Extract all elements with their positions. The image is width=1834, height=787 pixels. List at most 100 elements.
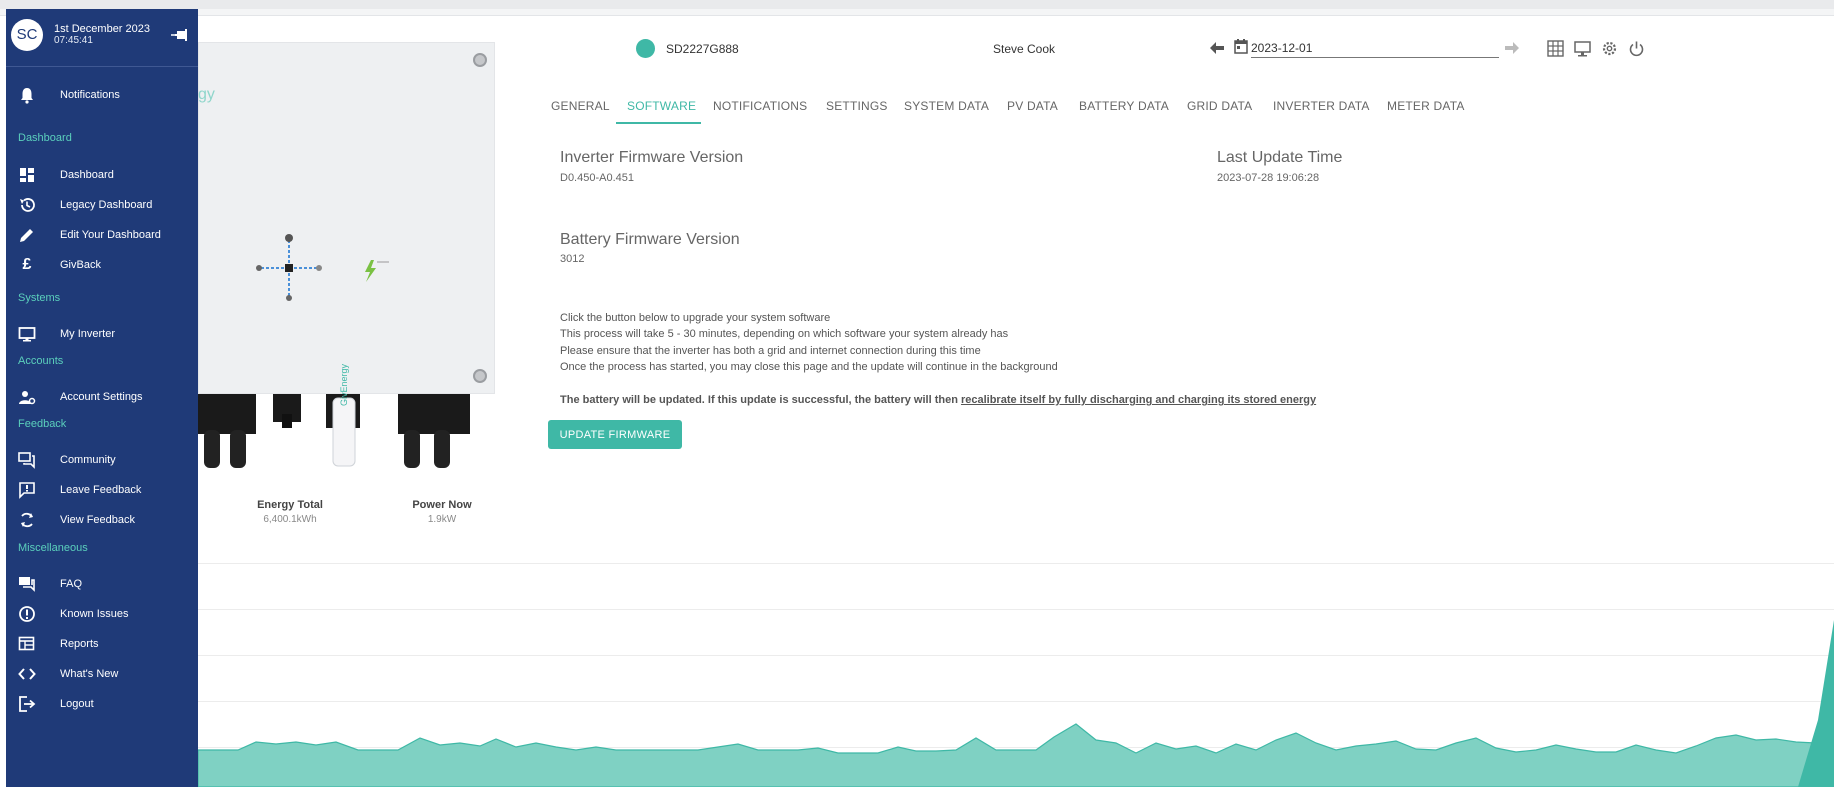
feedback-icon — [19, 482, 35, 499]
sidebar-item-label: Account Settings — [60, 391, 143, 403]
divider — [198, 563, 1834, 564]
inverter-firmware-value: D0.450-A0.451 — [560, 172, 634, 184]
instruction-line: This process will take 5 - 30 minutes, d… — [560, 328, 1009, 340]
pound-icon: £ — [22, 256, 32, 273]
power-now-value: 1.9kW — [427, 514, 457, 525]
alert-circle-icon — [19, 606, 35, 622]
tab-general[interactable]: GENERAL — [551, 99, 610, 113]
monitor-icon — [18, 327, 36, 342]
section-label-accounts: Accounts — [18, 355, 64, 367]
sidebar-item-dashboard[interactable]: Dashboard — [6, 161, 198, 189]
battery-warning: The battery will be updated. If this upd… — [560, 394, 1316, 406]
sidebar-item-community[interactable]: Community — [6, 446, 198, 474]
top-bar — [0, 9, 1834, 16]
monitor-icon[interactable] — [1574, 40, 1591, 57]
code-icon — [18, 668, 36, 680]
calendar-icon[interactable] — [1234, 39, 1248, 54]
active-tab-indicator — [616, 122, 701, 124]
sidebar-item-edit-dashboard[interactable]: Edit Your Dashboard — [6, 221, 198, 249]
power-now-label: Power Now — [412, 499, 472, 511]
tab-meter-data[interactable]: METER DATA — [1387, 99, 1465, 113]
user-name: Steve Cook — [993, 42, 1056, 56]
sidebar-item-label: Dashboard — [60, 169, 114, 181]
grid-view-icon[interactable] — [1547, 40, 1564, 57]
instruction-line: Once the process has started, you may cl… — [560, 361, 1058, 373]
sidebar-item-notifications[interactable]: Notifications — [6, 81, 198, 109]
user-settings-icon — [19, 391, 36, 405]
tab-pv-data[interactable]: PV DATA — [1007, 99, 1058, 113]
sidebar: SC 1st December 2023 07:45:41 Notificati… — [6, 9, 198, 787]
sidebar-time: 07:45:41 — [54, 35, 93, 46]
settings-gear-icon[interactable] — [1601, 40, 1618, 57]
sidebar-header: SC 1st December 2023 07:45:41 — [6, 9, 198, 67]
sidebar-item-label: Logout — [60, 698, 94, 710]
question-answer-icon — [19, 577, 35, 592]
pin-icon[interactable] — [171, 26, 189, 44]
tab-notifications[interactable]: NOTIFICATIONS — [713, 99, 807, 113]
logout-icon — [19, 696, 36, 712]
app-root: gy GivEnergy Energy Total 6,400.1kWh Pow… — [0, 0, 1834, 787]
last-update-label: Last Update Time — [1217, 149, 1343, 166]
energy-total-label: Energy Total — [257, 499, 323, 511]
sidebar-item-whats-new[interactable]: What's New — [6, 660, 198, 688]
date-field[interactable] — [1251, 39, 1499, 58]
pencil-icon — [20, 229, 33, 242]
instruction-line: Please ensure that the inverter has both… — [560, 345, 981, 357]
history-icon — [20, 198, 35, 212]
next-day-arrow-icon[interactable] — [1505, 42, 1519, 54]
last-update-value: 2023-07-28 19:06:28 — [1217, 172, 1320, 184]
sidebar-item-faq[interactable]: FAQ — [6, 570, 198, 598]
dongle-brand-text: GivEnergy — [339, 363, 349, 406]
tab-software[interactable]: SOFTWARE — [627, 99, 696, 113]
avatar[interactable]: SC — [11, 19, 43, 51]
inverter-bottom: GivEnergy — [198, 364, 495, 474]
update-firmware-button[interactable]: UPDATE FIRMWARE — [548, 420, 682, 449]
brand-logo-fragment: gy — [198, 86, 215, 103]
recalibrate-link[interactable]: recalibrate itself by fully discharging … — [961, 394, 1316, 406]
sidebar-date: 1st December 2023 — [54, 23, 150, 35]
tab-grid-data[interactable]: GRID DATA — [1187, 99, 1252, 113]
sidebar-item-known-issues[interactable]: Known Issues — [6, 600, 198, 628]
sidebar-item-givback[interactable]: £ GivBack — [6, 251, 198, 279]
instruction-line: Click the button below to upgrade your s… — [560, 312, 831, 324]
sidebar-item-label: View Feedback — [60, 514, 136, 526]
power-icon[interactable] — [1628, 40, 1645, 57]
dashboard-icon — [20, 168, 34, 182]
tab-battery-data[interactable]: BATTERY DATA — [1079, 99, 1169, 113]
energy-total-value: 6,400.1kWh — [263, 514, 317, 525]
battery-warning-text: The battery will be updated. If this upd… — [560, 394, 961, 406]
tab-system-data[interactable]: SYSTEM DATA — [904, 99, 989, 113]
sidebar-item-my-inverter[interactable]: My Inverter — [6, 320, 198, 348]
top-strip — [0, 0, 1834, 9]
sidebar-item-leave-feedback[interactable]: Leave Feedback — [6, 476, 198, 504]
screw-icon — [473, 369, 487, 383]
energy-flow-diagram-icon — [256, 234, 389, 301]
inverter-firmware-label: Inverter Firmware Version — [560, 149, 744, 166]
sidebar-item-label: FAQ — [60, 578, 83, 590]
inverter-connectors-icon — [198, 394, 470, 468]
sidebar-item-label: Known Issues — [60, 608, 129, 620]
sidebar-item-label: Leave Feedback — [60, 484, 142, 496]
battery-firmware-label: Battery Firmware Version — [560, 231, 740, 248]
sidebar-item-legacy-dashboard[interactable]: Legacy Dashboard — [6, 191, 198, 219]
sidebar-item-logout[interactable]: Logout — [6, 690, 198, 718]
sidebar-item-label: GivBack — [60, 259, 101, 271]
tab-settings[interactable]: SETTINGS — [826, 99, 888, 113]
report-icon — [18, 636, 35, 651]
forum-icon — [18, 452, 35, 469]
sidebar-item-account-settings[interactable]: Account Settings — [6, 383, 198, 411]
sidebar-item-label: Edit Your Dashboard — [60, 229, 161, 241]
sidebar-item-reports[interactable]: Reports — [6, 630, 198, 658]
sidebar-item-label: What's New — [60, 668, 119, 680]
tab-inverter-data[interactable]: INVERTER DATA — [1273, 99, 1370, 113]
battery-firmware-value: 3012 — [560, 253, 585, 265]
previous-day-arrow-icon[interactable] — [1210, 42, 1224, 54]
bell-icon — [21, 88, 33, 104]
inverter-image — [198, 42, 495, 394]
sync-feedback-icon — [21, 512, 33, 528]
section-label-systems: Systems — [18, 292, 61, 304]
status-indicator — [636, 39, 655, 58]
sidebar-item-view-feedback[interactable]: View Feedback — [6, 506, 198, 534]
sidebar-item-label: Community — [60, 454, 116, 466]
sidebar-item-label: My Inverter — [60, 328, 116, 340]
